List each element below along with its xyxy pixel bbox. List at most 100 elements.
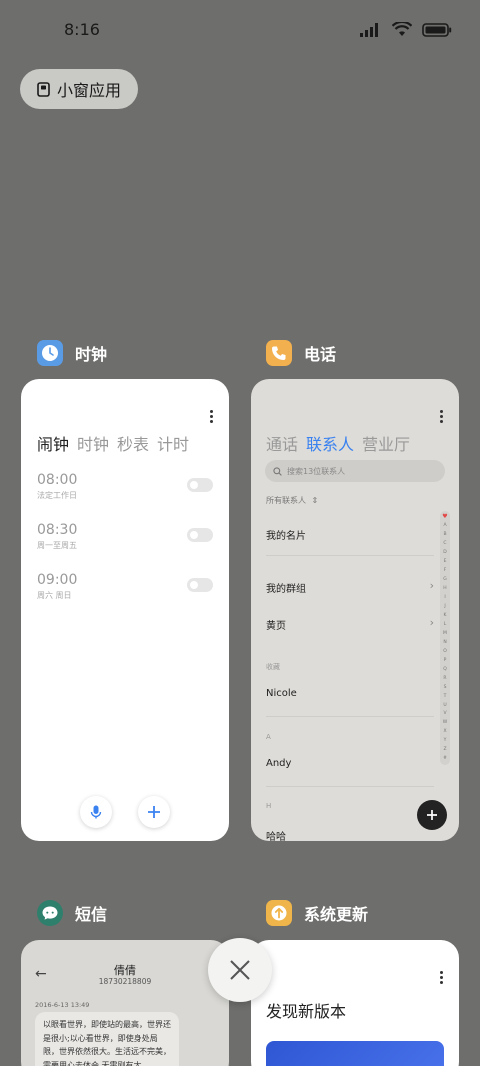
alarm-toggle[interactable] <box>187 578 213 592</box>
alphabet-index-letter[interactable]: A <box>443 524 446 529</box>
alphabet-index-letter[interactable]: W <box>443 721 447 726</box>
alphabet-index-letter[interactable]: M <box>443 631 447 637</box>
floating-window-button[interactable]: 小窗应用 <box>20 69 138 109</box>
tab-stopwatch[interactable]: 秒表 <box>117 431 149 455</box>
tab-service-hall[interactable]: 营业厅 <box>362 431 410 455</box>
status-icons <box>360 22 452 37</box>
divider <box>266 555 434 556</box>
phone-more-icon[interactable] <box>440 410 443 423</box>
floating-window-label: 小窗应用 <box>57 81 122 100</box>
alarm-toggle[interactable] <box>187 478 213 492</box>
alphabet-index[interactable]: ♥ A B C D E F G H I J K L M N O P Q R S T U V W X Y Z # <box>440 511 450 765</box>
alphabet-index-letter[interactable]: # <box>443 757 447 762</box>
alarm-item[interactable]: 08:30 周一至周五 <box>37 522 213 562</box>
contact-search-input[interactable]: 搜索13位联系人 <box>265 460 445 482</box>
update-banner-image <box>266 1041 444 1066</box>
favorites-header: 收藏 <box>266 663 280 671</box>
clock-app-header[interactable]: 时钟 <box>37 340 107 366</box>
my-card-label: 我的名片 <box>266 531 306 542</box>
clock-more-icon[interactable] <box>210 410 213 423</box>
alphabet-index-letter[interactable]: R <box>443 676 446 682</box>
alarm-repeat: 周六 周日 <box>37 591 72 600</box>
alphabet-index-letter[interactable]: B <box>443 533 446 538</box>
clock-app-card[interactable]: 闹钟 时钟 秒表 计时 08:00 法定工作日 08:30 周一至周五 09:0… <box>21 379 229 841</box>
alphabet-index-letter[interactable]: G <box>443 578 447 583</box>
yellow-pages-label: 黄页 <box>266 621 286 632</box>
battery-icon <box>422 22 452 37</box>
update-more-icon[interactable] <box>440 971 443 984</box>
alarm-toggle[interactable] <box>187 528 213 542</box>
alphabet-index-letter[interactable]: P <box>444 658 447 664</box>
alphabet-index-letter[interactable]: S <box>444 685 447 691</box>
add-alarm-button[interactable] <box>138 796 170 828</box>
tab-contacts[interactable]: 联系人 <box>306 431 354 455</box>
section-header-a: A <box>266 733 271 741</box>
contact-filter[interactable]: 所有联系人 ⇕ <box>266 495 318 506</box>
clear-all-button[interactable] <box>208 938 272 1002</box>
status-bar: 8:16 <box>0 0 480 62</box>
alphabet-index-letter[interactable]: L <box>444 622 447 628</box>
alphabet-index-letter[interactable]: D <box>443 551 446 556</box>
signal-icon <box>360 22 378 37</box>
tab-clock[interactable]: 时钟 <box>77 431 109 455</box>
phone-tabs: 通话 联系人 营业厅 <box>266 431 410 455</box>
alarm-item[interactable]: 08:00 法定工作日 <box>37 472 213 512</box>
add-contact-button[interactable] <box>417 800 447 830</box>
voice-alarm-button[interactable] <box>80 796 112 828</box>
favorites-heart-icon: ♥ <box>442 513 448 520</box>
update-app-name: 系统更新 <box>304 905 369 924</box>
phone-app-card[interactable]: 通话 联系人 营业厅 搜索13位联系人 所有联系人 ⇕ 我的名片 我的群组 › … <box>251 379 459 841</box>
status-time: 8:16 <box>64 20 100 39</box>
my-card-row[interactable]: 我的名片 <box>266 527 434 542</box>
alphabet-index-letter[interactable]: O <box>443 649 447 655</box>
search-icon <box>273 466 282 476</box>
alphabet-index-letter[interactable]: T <box>444 694 447 700</box>
floating-window-icon <box>37 81 50 97</box>
alphabet-index-letter[interactable]: X <box>443 730 446 735</box>
alphabet-index-letter[interactable]: F <box>444 569 447 574</box>
system-update-app-icon <box>266 900 292 926</box>
alphabet-index-letter[interactable]: Y <box>444 739 447 744</box>
alphabet-index-letter[interactable]: H <box>443 587 446 592</box>
alarm-item[interactable]: 09:00 周六 周日 <box>37 572 213 612</box>
my-groups-label: 我的群组 <box>266 584 306 595</box>
alphabet-index-letter[interactable]: Q <box>443 667 447 673</box>
alphabet-index-letter[interactable]: K <box>444 613 447 619</box>
divider <box>266 786 434 787</box>
tab-timer[interactable]: 计时 <box>157 431 189 455</box>
contact-row[interactable]: 哈哈 <box>266 828 434 841</box>
alphabet-index-letter[interactable]: N <box>443 640 446 646</box>
sms-date: 2016-6-13 13:49 <box>35 1001 90 1009</box>
alphabet-index-letter[interactable]: E <box>444 560 447 565</box>
contact-name: 哈哈 <box>266 832 286 841</box>
search-placeholder: 搜索13位联系人 <box>287 466 346 476</box>
phone-app-icon <box>266 340 292 366</box>
alphabet-index-letter[interactable]: Z <box>443 748 446 753</box>
chevron-right-icon: › <box>429 616 434 629</box>
contact-row[interactable]: Andy <box>266 758 434 769</box>
sms-contact-name: 倩倩 <box>114 964 136 977</box>
tab-calls[interactable]: 通话 <box>266 431 298 455</box>
message-bubble: 以眼看世界，即使站的最高，世界还是很小;以心看世界，即使身处局限，世界依然很大。… <box>35 1012 179 1066</box>
my-groups-row[interactable]: 我的群组 › <box>266 579 434 595</box>
alphabet-index-letter[interactable]: J <box>444 605 445 610</box>
sms-app-name: 短信 <box>75 905 108 924</box>
sort-arrows-icon: ⇕ <box>311 496 319 505</box>
close-icon <box>230 960 250 980</box>
alphabet-index-letter[interactable]: V <box>443 712 446 717</box>
alphabet-index-letter[interactable]: I <box>444 596 445 601</box>
divider <box>266 716 434 717</box>
microphone-icon <box>90 805 102 819</box>
tab-alarm[interactable]: 闹钟 <box>37 431 69 455</box>
alphabet-index-letter[interactable]: C <box>443 542 446 547</box>
update-app-header[interactable]: 系统更新 <box>266 900 368 926</box>
phone-app-name: 电话 <box>304 345 337 364</box>
yellow-pages-row[interactable]: 黄页 › <box>266 616 434 632</box>
phone-app-header[interactable]: 电话 <box>266 340 336 366</box>
update-app-card[interactable]: 发现新版本 <box>251 940 459 1066</box>
sms-app-header[interactable]: 短信 <box>37 900 107 926</box>
contact-row[interactable]: Nicole <box>266 688 434 699</box>
sms-app-card[interactable]: ← 倩倩 18730218809 2016-6-13 13:49 以眼看世界，即… <box>21 940 229 1066</box>
alphabet-index-letter[interactable]: U <box>443 703 446 709</box>
update-title: 发现新版本 <box>266 1002 347 1021</box>
